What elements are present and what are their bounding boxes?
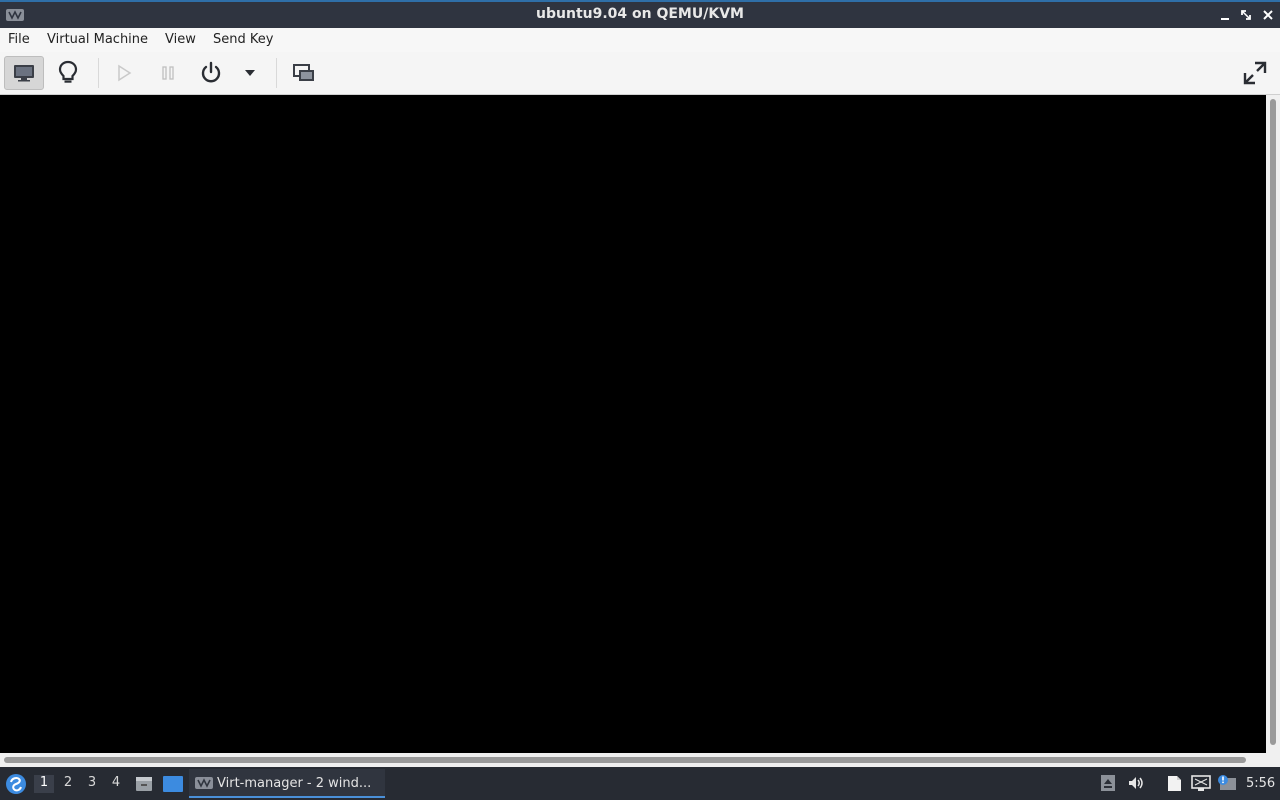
taskbar-task-virt-manager[interactable]: Virt-manager - 2 wind...	[189, 769, 385, 798]
horizontal-scrollbar[interactable]	[0, 753, 1280, 767]
play-icon	[118, 64, 132, 82]
clock[interactable]: 5:56	[1246, 776, 1275, 791]
minimize-icon	[1221, 18, 1229, 20]
toolbar-separator	[98, 58, 99, 88]
taskbar: 1 2 3 4 Virt-manager - 2 wind... 5:56	[0, 767, 1280, 800]
details-button[interactable]	[48, 56, 88, 90]
workspace-1[interactable]: 1	[34, 775, 54, 793]
shutdown-menu-button[interactable]	[232, 56, 268, 90]
virt-manager-icon	[195, 777, 213, 789]
snapshot-icon	[293, 64, 314, 81]
maximize-button[interactable]	[1237, 6, 1255, 24]
show-desktop-icon[interactable]	[162, 775, 184, 793]
vertical-scrollbar[interactable]	[1266, 95, 1280, 753]
start-menu-icon[interactable]	[5, 773, 27, 795]
file-manager-icon[interactable]	[134, 774, 154, 794]
console-button[interactable]	[4, 56, 44, 90]
workspace-3[interactable]: 3	[82, 775, 102, 793]
horizontal-scrollbar-thumb[interactable]	[4, 757, 1246, 763]
notification-icon[interactable]	[1216, 774, 1238, 792]
menu-send-key[interactable]: Send Key	[213, 32, 273, 47]
minimize-button[interactable]	[1216, 6, 1234, 24]
volume-icon[interactable]	[1127, 774, 1145, 792]
power-icon	[201, 61, 221, 83]
menu-bar: File Virtual Machine View Send Key	[0, 28, 1280, 52]
vm-console-display[interactable]	[0, 95, 1266, 753]
fullscreen-button[interactable]	[1235, 56, 1275, 90]
window-titlebar[interactable]: ubuntu9.04 on QEMU/KVM	[0, 0, 1280, 28]
vertical-scrollbar-thumb[interactable]	[1270, 99, 1276, 745]
close-icon	[1263, 10, 1273, 20]
pause-icon	[162, 66, 174, 80]
toolbar-separator	[276, 58, 277, 88]
maximize-icon	[1241, 10, 1251, 20]
workspace-2[interactable]: 2	[58, 775, 78, 793]
network-icon[interactable]	[1191, 774, 1211, 792]
taskbar-task-label: Virt-manager - 2 wind...	[217, 776, 372, 791]
window-title: ubuntu9.04 on QEMU/KVM	[536, 6, 744, 22]
fullscreen-icon	[1243, 61, 1267, 85]
menu-virtual-machine[interactable]: Virtual Machine	[47, 32, 148, 47]
workspace-4[interactable]: 4	[106, 775, 126, 793]
monitor-icon	[14, 65, 34, 82]
menu-view[interactable]: View	[165, 32, 196, 47]
pause-button[interactable]	[148, 56, 188, 90]
menu-file[interactable]: File	[8, 32, 30, 47]
shutdown-button[interactable]	[191, 56, 231, 90]
snapshots-button[interactable]	[284, 56, 324, 90]
lightbulb-icon	[58, 60, 78, 83]
close-button[interactable]	[1259, 6, 1277, 24]
chevron-down-icon	[245, 70, 255, 76]
eject-icon[interactable]	[1099, 774, 1117, 792]
clipboard-icon[interactable]	[1164, 773, 1184, 793]
toolbar	[0, 52, 1280, 95]
run-button[interactable]	[104, 56, 144, 90]
